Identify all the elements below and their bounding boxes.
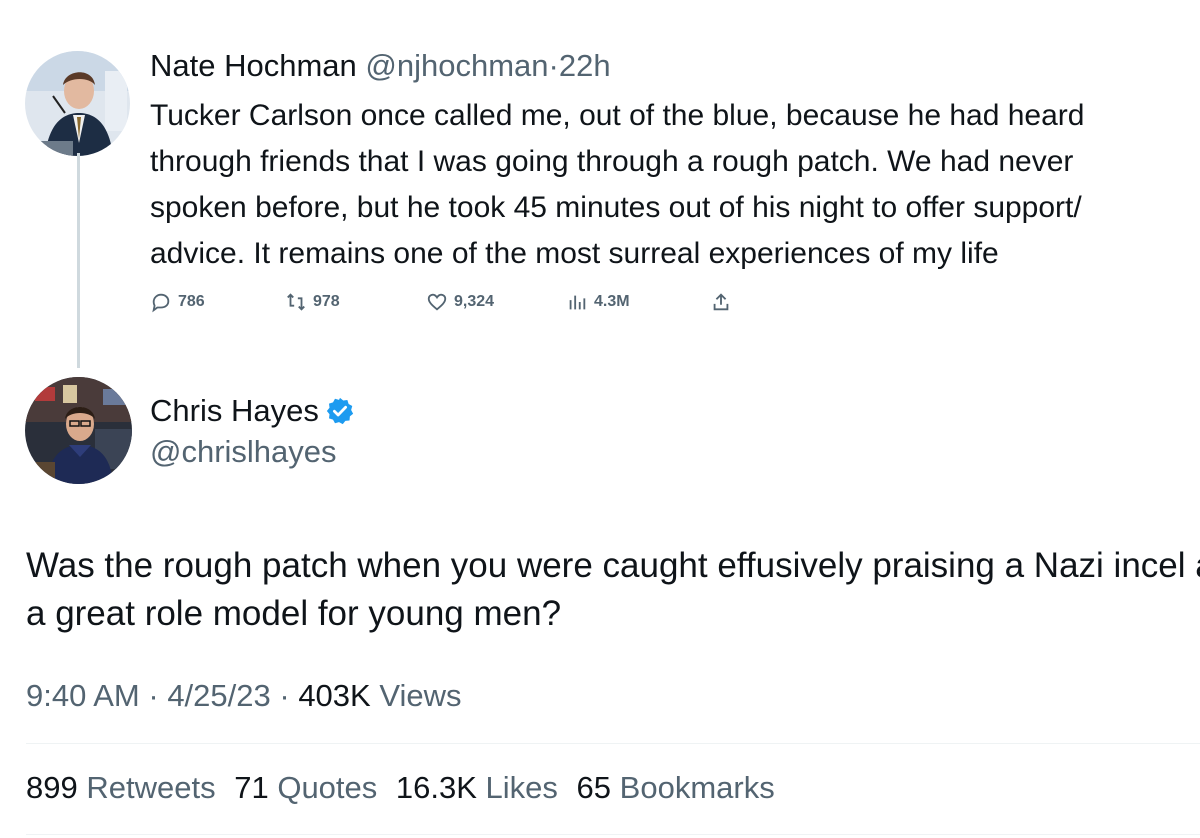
verified-badge-icon [326,397,353,425]
quotes-label: Quotes [277,770,378,805]
tweet-author-handle[interactable]: @chrislhayes [150,434,337,470]
views-button[interactable]: 4.3M [566,291,630,313]
heart-icon [427,293,447,311]
retweet-count: 978 [313,293,340,310]
meta-separator: · [139,678,168,713]
retweets-stat[interactable]: 899 Retweets [26,770,226,805]
tweet-meta: 9:40 AM · 4/25/23 · 403K Views [26,678,461,714]
bookmarks-stat[interactable]: 65 Bookmarks [577,770,785,805]
tweet-author-name[interactable]: Chris Hayes [150,393,319,429]
parent-author-handle[interactable]: @njhochman [365,48,548,83]
quotes-stat[interactable]: 71 Quotes [234,770,387,805]
parent-tweet-header: Nate Hochman @njhochman·22h [150,48,611,84]
tweet-text: Was the rough patch when you were caught… [26,542,1200,638]
parent-text-line: through friends that I was going through… [150,145,1074,178]
parent-separator: · [548,48,559,83]
meta-separator: · [270,678,299,713]
tweet-text-line: Was the rough patch when you were caught… [26,546,1200,585]
reply-count: 786 [178,293,205,310]
retweets-count: 899 [26,770,78,805]
share-button[interactable] [710,291,738,313]
likes-stat[interactable]: 16.3K Likes [396,770,568,805]
likes-count: 16.3K [395,770,477,805]
likes-label: Likes [485,770,558,805]
retweets-label: Retweets [86,770,216,805]
like-count: 9,324 [454,293,495,310]
tweet-author-name-row: Chris Hayes [150,393,355,429]
reply-button[interactable]: 786 [150,291,205,313]
divider [26,834,1200,835]
parent-text-line: Tucker Carlson once called me, out of th… [150,99,1085,132]
retweet-icon [287,293,305,311]
quotes-count: 71 [234,770,269,805]
parent-tweet-text: Tucker Carlson once called me, out of th… [150,93,1190,277]
parent-text-line: advice. It remains one of the most surre… [150,237,999,270]
divider [26,743,1200,744]
tweet-views-count: 403K [298,678,371,713]
tweet-text-line: a great role model for young men? [26,594,562,633]
tweet-date[interactable]: 4/25/23 [167,678,270,713]
retweet-button[interactable]: 978 [285,291,340,313]
chris-hayes-avatar[interactable] [25,377,132,484]
thread-connector-line [77,153,80,368]
parent-timestamp[interactable]: 22h [559,48,611,83]
like-button[interactable]: 9,324 [426,291,494,313]
nate-hochman-avatar[interactable] [25,51,130,156]
views-chart-icon [569,295,586,310]
tweet-stats: 899 Retweets 71 Quotes 16.3K Likes 65 Bo… [26,770,785,806]
tweet-views-label: Views [370,678,462,713]
tweet-time[interactable]: 9:40 AM [26,678,140,713]
parent-author-name[interactable]: Nate Hochman [150,48,357,83]
reply-icon [152,293,170,313]
bookmarks-label: Bookmarks [619,770,775,805]
share-icon [713,293,729,311]
views-count: 4.3M [594,293,630,310]
parent-text-line: spoken before, but he took 45 minutes ou… [150,191,1082,224]
bookmarks-count: 65 [576,770,612,805]
